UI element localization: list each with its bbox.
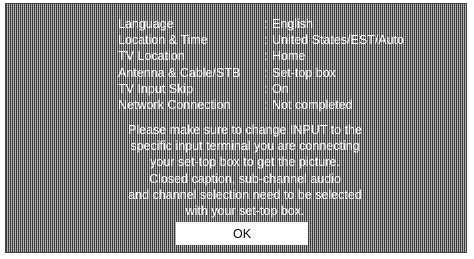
setting-value: United States/EST/Auto: [272, 33, 405, 48]
setting-row-input-skip: TV Input Skip : On: [118, 81, 404, 97]
setting-separator: :: [264, 33, 268, 48]
setting-value: English: [272, 17, 313, 31]
setting-separator: :: [264, 98, 268, 113]
instruction-message: Please make sure to change INPUT to the …: [98, 122, 392, 219]
setting-row-network: Network Connection : Not completed: [118, 97, 404, 113]
setting-label: Network Connection: [118, 98, 231, 113]
message-line: Closed caption, sub-channel audio: [149, 171, 341, 186]
message-line: with your set-top box.: [185, 204, 305, 219]
message-line: specific input terminal you are connecti…: [130, 139, 360, 154]
setting-row-antenna-cable: Antenna & Cable/STB : Set-top box: [118, 65, 404, 81]
message-line: and channel selection need to be selecte…: [128, 187, 362, 202]
setting-separator: :: [264, 17, 268, 31]
setting-row-language: Language : English: [118, 16, 404, 32]
message-line: your set-top box to get the picture.: [150, 155, 340, 170]
setting-label: Location & Time: [118, 33, 208, 48]
ok-button[interactable]: OK: [176, 222, 308, 245]
settings-summary: Language : English Location & Time : Uni…: [118, 16, 404, 113]
setup-summary-screen: Language : English Location & Time : Uni…: [5, 3, 467, 253]
setting-separator: :: [264, 81, 268, 96]
setting-value: Home: [272, 49, 306, 64]
setting-value: Set-top box: [272, 65, 336, 80]
message-line: Please make sure to change INPUT to the: [128, 123, 362, 137]
setting-value: Not completed: [272, 98, 353, 113]
setting-label: Language: [118, 17, 174, 31]
setting-label: TV Location: [118, 49, 185, 64]
setting-row-location-time: Location & Time : United States/EST/Auto: [118, 32, 404, 48]
setting-separator: :: [264, 65, 268, 80]
setting-value: On: [272, 81, 289, 96]
setting-row-tv-location: TV Location : Home: [118, 48, 404, 64]
setting-separator: :: [264, 49, 268, 64]
setting-label: TV Input Skip: [118, 81, 194, 96]
setting-label: Antenna & Cable/STB: [118, 65, 241, 80]
